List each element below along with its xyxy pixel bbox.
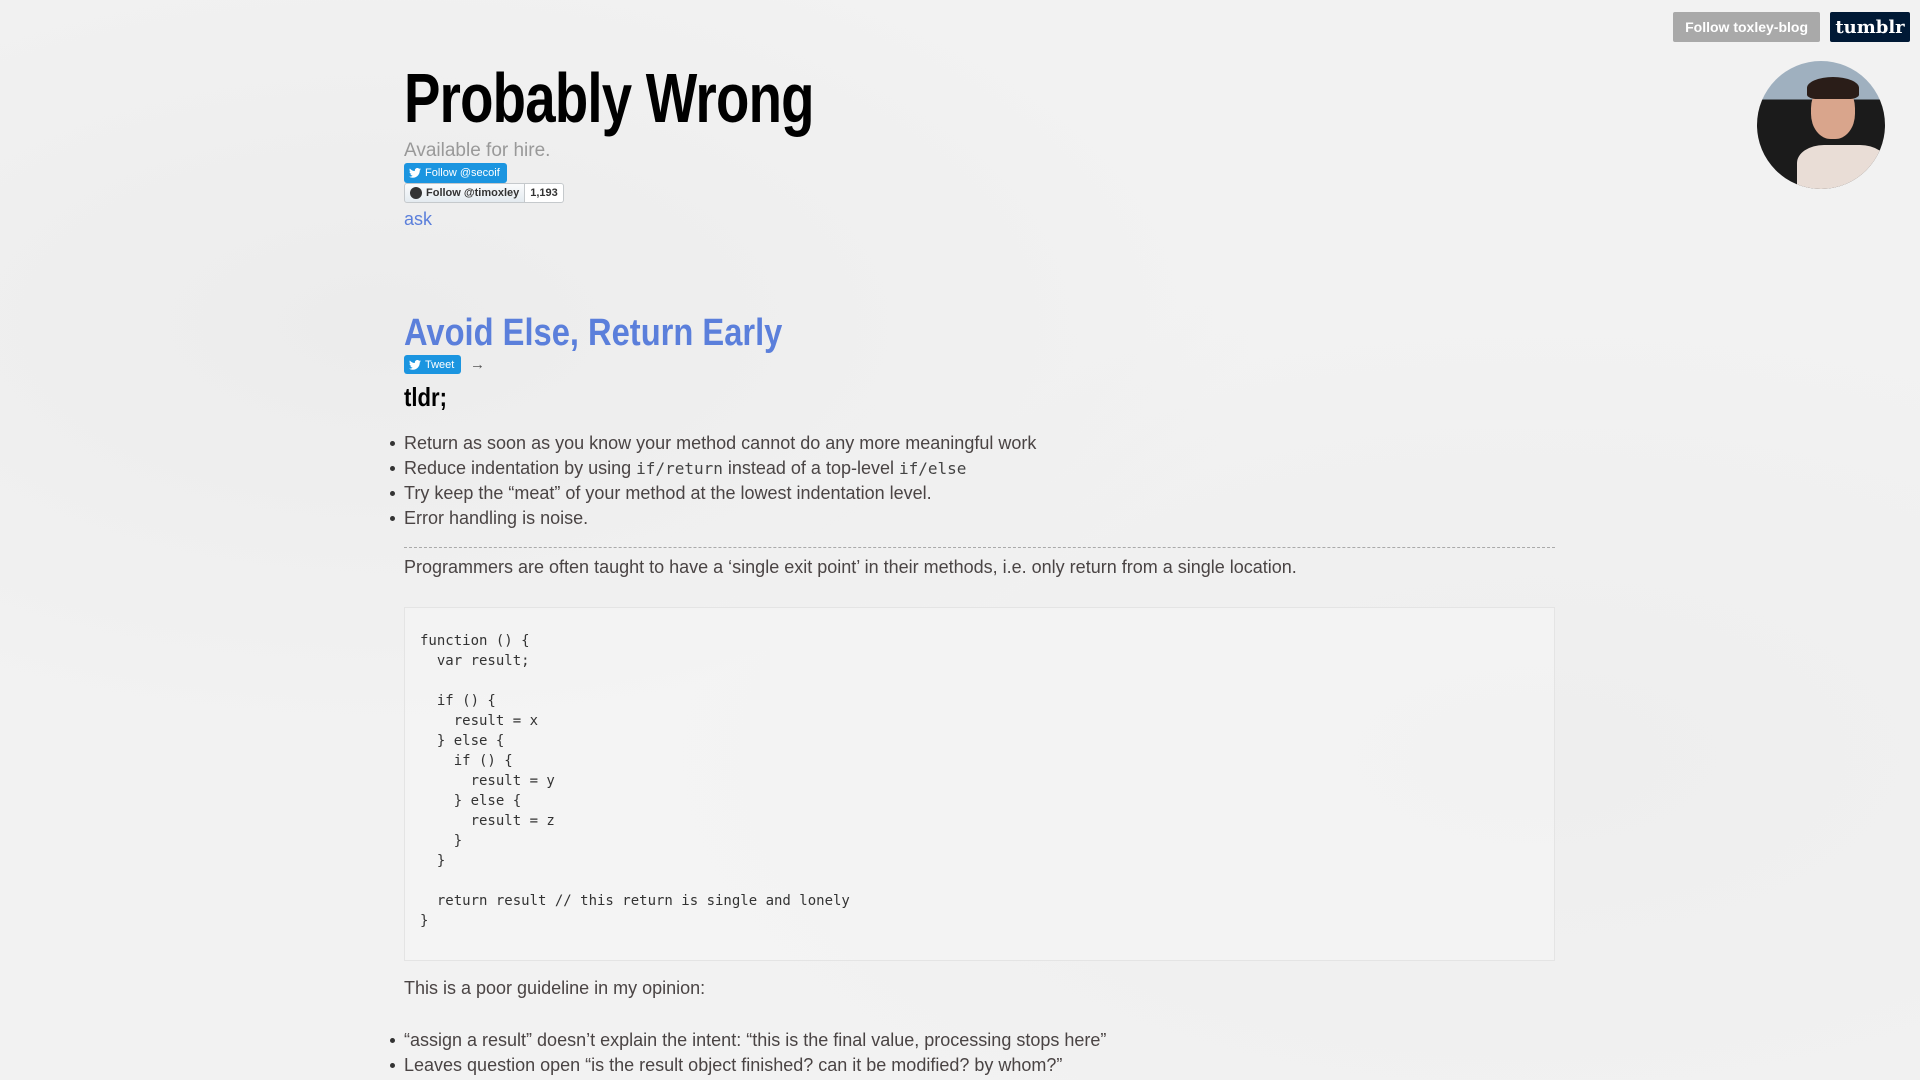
twitter-bird-icon [409,168,421,178]
tweet-button[interactable]: Tweet [404,355,462,374]
github-follow-label: Follow @timoxley [426,187,520,199]
list-item: Error handling is noise. [389,506,1036,531]
opinion-paragraph: This is a poor guideline in my opinion: [404,978,706,998]
avatar[interactable] [1757,61,1885,189]
intro-paragraph: Programmers are often taught to have a ‘… [404,557,1297,577]
follow-blog-button[interactable]: Follow toxley-blog [1673,12,1820,42]
github-follower-count[interactable]: 1,193 [525,183,564,203]
blog-title[interactable]: Probably Wrong [404,58,815,138]
github-icon [410,187,422,199]
post-title[interactable]: Avoid Else, Return Early [404,312,782,355]
tldr-heading: tldr; [404,382,447,412]
twitter-follow-label: Follow @secoif [425,167,500,179]
github-follow-button[interactable]: Follow @timoxley 1,193 [404,183,564,203]
tumblr-controls: Follow toxley-blog tumblr [1673,12,1910,42]
ask-link[interactable]: ask [404,209,432,230]
list-item: Leaves question open “is the result obje… [389,1053,1106,1078]
list-item: Reduce indentation by using if/return in… [389,456,1036,482]
opinion-list: “assign a result” doesn’t explain the in… [389,1028,1106,1078]
tumblr-logo[interactable]: tumblr [1830,12,1910,42]
twitter-bird-icon [409,359,421,370]
list-item: “assign a result” doesn’t explain the in… [389,1028,1106,1053]
list-item: Try keep the “meat” of your method at th… [389,481,1036,506]
blog-description: Available for hire. [404,140,551,161]
tweet-label: Tweet [425,358,455,371]
code-block: function () { var result; if () { result… [404,607,1555,961]
list-item: Return as soon as you know your method c… [389,431,1036,456]
twitter-follow-button[interactable]: Follow @secoif [404,163,507,183]
divider [404,547,1555,548]
permalink-arrow[interactable]: → [470,356,485,373]
tldr-list: Return as soon as you know your method c… [389,431,1036,531]
